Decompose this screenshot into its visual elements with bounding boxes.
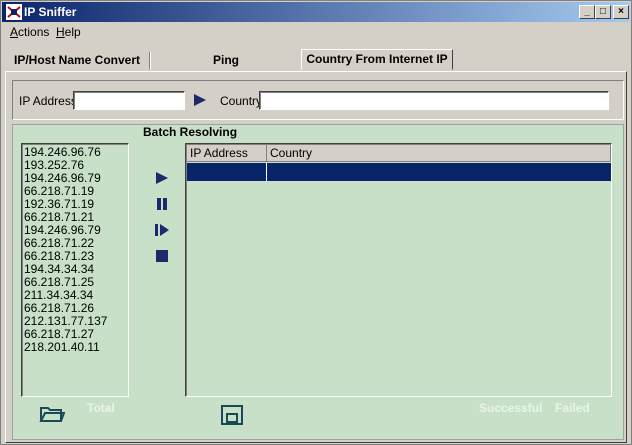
list-item[interactable]: 218.201.40.11 xyxy=(24,341,126,354)
total-label: Total xyxy=(87,401,115,415)
tab-ip-host-name-convert[interactable]: IP/Host Name Convert xyxy=(7,51,147,70)
step-icon[interactable] xyxy=(155,223,169,237)
table-cell-country xyxy=(267,163,611,181)
menu-help-label: elp xyxy=(64,25,81,39)
column-header-ip-address[interactable]: IP Address xyxy=(187,145,267,162)
batch-resolving-panel: Batch Resolving 194.246.96.76 193.252.76… xyxy=(12,124,624,440)
save-icon[interactable] xyxy=(219,404,245,426)
country-output-field[interactable] xyxy=(259,91,609,110)
ip-list-box[interactable]: 194.246.96.76 193.252.76 194.246.96.79 6… xyxy=(21,143,129,397)
open-folder-icon[interactable] xyxy=(39,403,65,425)
country-label: Country xyxy=(220,94,263,108)
ip-address-label: IP Address xyxy=(19,94,77,108)
ip-address-input[interactable] xyxy=(73,91,185,110)
menu-actions-mnemonic: A xyxy=(10,25,19,39)
menu-help-mnemonic: H xyxy=(56,25,65,39)
pause-icon[interactable] xyxy=(155,197,169,211)
menu-actions-label: ctions xyxy=(18,25,50,39)
tab-panel: IP Address Country Batch Resolving 194.2… xyxy=(5,71,627,443)
results-grid[interactable]: IP Address Country xyxy=(185,143,612,397)
title-bar[interactable]: IP Sniffer _ □ × xyxy=(2,2,630,22)
app-icon xyxy=(6,4,22,20)
window-title: IP Sniffer xyxy=(24,5,77,19)
tab-ping[interactable]: Ping xyxy=(153,51,299,70)
maximize-button[interactable]: □ xyxy=(595,5,611,19)
failed-label: Failed xyxy=(555,401,590,415)
tab-separator xyxy=(149,52,151,69)
single-lookup-row: IP Address Country xyxy=(12,80,624,120)
grid-header: IP Address Country xyxy=(187,145,611,162)
close-button[interactable]: × xyxy=(613,5,629,19)
tab-country-from-internet-ip[interactable]: Country From Internet IP xyxy=(301,49,453,70)
play-icon[interactable] xyxy=(155,171,169,185)
menu-help[interactable]: Help xyxy=(56,25,81,39)
table-row[interactable] xyxy=(187,163,611,181)
minimize-button[interactable]: _ xyxy=(579,5,595,19)
menu-actions[interactable]: Actions xyxy=(10,25,49,39)
stop-icon[interactable] xyxy=(155,249,169,263)
menu-bar: Actions Help xyxy=(2,23,630,41)
batch-resolving-title: Batch Resolving xyxy=(143,125,238,139)
successful-label: Successful xyxy=(479,401,543,415)
table-cell-ip xyxy=(187,163,267,181)
tab-strip: IP/Host Name Convert Ping Country From I… xyxy=(1,49,632,71)
ip-sniffer-window: IP Sniffer _ □ × Actions Help IP/Host Na… xyxy=(0,0,632,445)
column-header-country[interactable]: Country xyxy=(267,145,611,162)
resolve-arrow-icon[interactable] xyxy=(193,93,207,107)
